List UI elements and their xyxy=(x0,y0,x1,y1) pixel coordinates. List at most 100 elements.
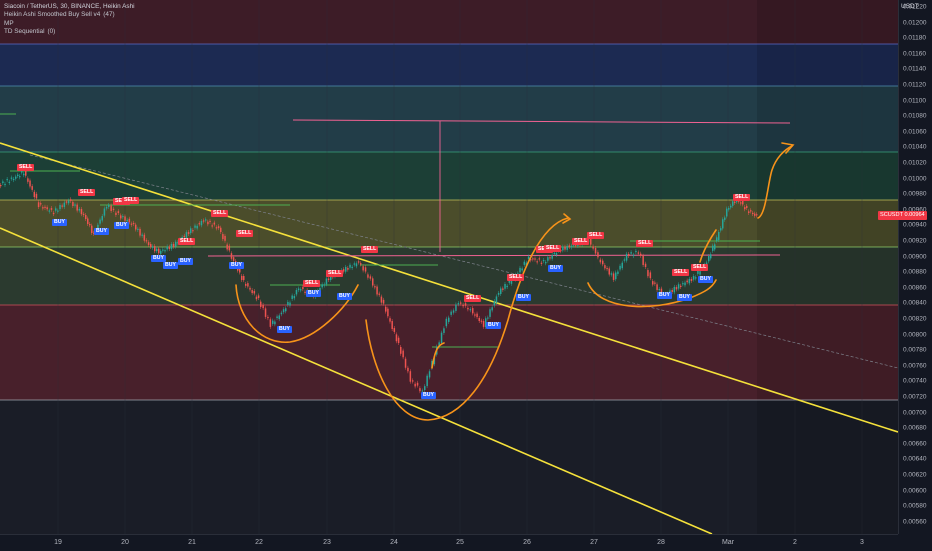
candle-body xyxy=(360,263,362,265)
candle-body xyxy=(372,278,374,286)
candle-body xyxy=(521,268,523,271)
time-tick-label: 21 xyxy=(188,539,196,546)
candle-body xyxy=(649,272,652,279)
price-tick-label: 0.00920 xyxy=(903,237,927,245)
candle-body xyxy=(353,263,356,265)
candle-body xyxy=(321,284,323,288)
candle-body xyxy=(117,211,120,214)
candle-body xyxy=(61,205,63,207)
candle-body xyxy=(555,252,558,256)
candle-body xyxy=(426,375,428,387)
time-tick-label: 2 xyxy=(793,539,797,546)
time-axis[interactable]: 19 20 21 22 23 24 25 26 27 28 Mar 2 3 xyxy=(0,534,898,551)
candle-body xyxy=(419,388,421,392)
candle-body xyxy=(714,244,716,250)
candle-body xyxy=(160,250,162,254)
candle-body xyxy=(608,268,610,275)
candle-body xyxy=(267,316,269,319)
candle-body xyxy=(562,246,564,251)
candle-body xyxy=(686,280,688,283)
chart-canvas[interactable] xyxy=(0,0,898,534)
candle-body xyxy=(262,304,264,309)
buy-signal: BUY xyxy=(277,326,292,333)
candle-body xyxy=(21,171,23,173)
candle-body xyxy=(217,226,220,229)
candle-body xyxy=(489,309,491,317)
candle-body xyxy=(285,308,287,312)
candle-body xyxy=(59,205,61,210)
candle-body xyxy=(656,284,658,290)
price-tick-label: 0.00840 xyxy=(903,299,927,307)
sell-signal: SELL xyxy=(326,270,344,277)
candle-body xyxy=(187,232,190,234)
price-tick-label: 0.00740 xyxy=(903,377,927,385)
candle-body xyxy=(249,287,251,290)
candle-body xyxy=(391,321,393,330)
candle-body xyxy=(50,208,53,210)
candle-body xyxy=(570,245,573,248)
candle-body xyxy=(545,262,547,264)
candle-body xyxy=(534,258,536,260)
candle-body xyxy=(502,288,504,290)
candle-body xyxy=(389,318,391,322)
candle-body xyxy=(742,200,744,205)
buy-signal: BUY xyxy=(52,219,67,226)
candle-body xyxy=(752,212,754,215)
candle-body xyxy=(568,245,571,248)
candle-body xyxy=(748,211,750,213)
candle-body xyxy=(599,259,602,263)
sell-signal: SELL xyxy=(236,230,254,237)
candle-body xyxy=(448,317,450,322)
price-tick-label: 0.00800 xyxy=(903,331,927,339)
candle-body xyxy=(716,237,718,241)
candle-body xyxy=(253,291,256,294)
candle-body xyxy=(376,286,378,295)
candle-body xyxy=(416,382,419,386)
candle-body xyxy=(327,278,330,280)
candle-body xyxy=(241,275,243,280)
candle-body xyxy=(632,254,635,257)
candle-body xyxy=(198,223,201,225)
indicator-row[interactable]: MP xyxy=(4,20,135,28)
candle-body xyxy=(108,205,110,207)
candle-body xyxy=(640,253,642,256)
candle-body xyxy=(255,296,258,300)
time-tick-label: 23 xyxy=(323,539,331,546)
price-tick-label: 0.00880 xyxy=(903,268,927,276)
candle-body xyxy=(644,263,647,268)
price-tick-label: 0.01060 xyxy=(903,128,927,136)
candle-body xyxy=(190,228,192,234)
buy-signal: BUY xyxy=(114,222,129,229)
price-axis[interactable]: 0.01220 0.01200 0.01180 0.01160 0.01140 0.011… xyxy=(898,0,932,534)
candle-body xyxy=(27,178,29,182)
candle-body xyxy=(57,210,59,212)
candle-body xyxy=(132,222,135,225)
chart-legend: Siacoin / TetherUS, 30, BINANCE, Heikin … xyxy=(4,3,135,37)
buy-signal: BUY xyxy=(151,255,166,262)
candle-body xyxy=(604,265,606,269)
currency-selector[interactable]: USDT xyxy=(901,3,919,10)
candle-body xyxy=(621,262,623,269)
candle-body xyxy=(230,253,233,259)
indicator-params: (0) xyxy=(47,28,56,36)
symbol-title[interactable]: Siacoin / TetherUS, 30, BINANCE, Heikin … xyxy=(4,3,135,11)
chart-area[interactable]: SELL SELL SELL SELL SELL SELL SELL SELL … xyxy=(0,0,898,534)
candle-body xyxy=(194,225,196,228)
candle-body xyxy=(754,213,756,216)
indicator-row[interactable]: Heikin Ashi Smoothed Buy Sell v4 (47) xyxy=(4,11,135,19)
candle-body xyxy=(143,234,146,241)
candle-body xyxy=(756,214,758,216)
candle-body xyxy=(540,262,543,264)
price-tick-label: 0.01100 xyxy=(903,97,927,105)
time-tick-label: 25 xyxy=(456,539,464,546)
candle-body xyxy=(642,255,644,265)
candle-body xyxy=(728,208,730,210)
candle-body xyxy=(120,215,122,219)
candle-body xyxy=(617,271,619,274)
candle-body xyxy=(200,220,203,226)
indicator-row[interactable]: TD Sequential (0) xyxy=(4,28,135,36)
candle-body xyxy=(103,208,106,216)
candle-body xyxy=(207,221,209,225)
candle-body xyxy=(692,276,695,280)
candle-body xyxy=(220,227,222,233)
